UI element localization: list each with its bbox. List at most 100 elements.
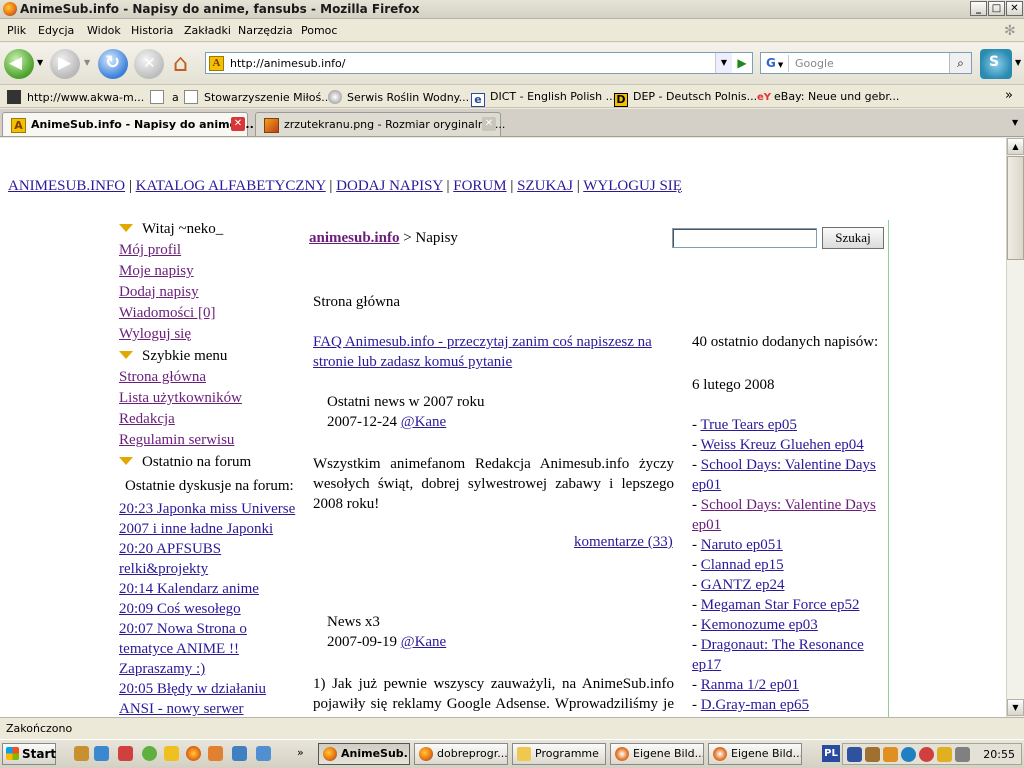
tab-animesub[interactable]: A AnimeSub.info - Napisy do anime,... ✕	[2, 112, 254, 136]
menu-historia[interactable]: Historia	[131, 24, 173, 37]
quicklaunch-overflow-icon[interactable]: »	[297, 746, 304, 759]
recent-sub-link[interactable]: ep01	[692, 517, 721, 534]
recent-sub-link[interactable]: GANTZ ep24	[701, 577, 785, 593]
bookmark-item[interactable]: D DEP - Deutsch Polnis...	[614, 90, 757, 107]
recent-sub-link[interactable]: Ranma 1/2 ep01	[701, 677, 799, 693]
quicklaunch-icon[interactable]	[232, 746, 247, 761]
sidebar-link-strona-glowna[interactable]: Strona główna	[119, 369, 206, 386]
nav-animesub[interactable]: ANIMESUB.INFO	[8, 178, 125, 194]
menu-narzedzia[interactable]: Narzędzia	[238, 24, 293, 37]
recent-sub-link[interactable]: Megaman Star Force ep52	[701, 597, 860, 613]
forum-link[interactable]: 20:23 Japonka miss Universe	[119, 501, 295, 518]
tray-icon[interactable]	[955, 747, 970, 762]
news-author-link[interactable]: @Kane	[401, 414, 446, 430]
back-history-dropdown-icon[interactable]: ▼	[37, 58, 43, 67]
tray-icon[interactable]	[847, 747, 862, 762]
sidebar-link-lista-uzytkownikow[interactable]: Lista użytkowników	[119, 390, 242, 407]
faq-link[interactable]: FAQ Animesub.info - przeczytaj zanim coś…	[313, 334, 652, 351]
scroll-up-icon[interactable]: ▲	[1007, 138, 1024, 155]
vertical-scrollbar[interactable]: ▲ ▼	[1006, 138, 1024, 717]
url-dropdown-icon[interactable]: ▼	[715, 53, 732, 73]
forward-button[interactable]: ▶	[50, 49, 80, 79]
sidebar-link-profil[interactable]: Mój profil	[119, 242, 181, 259]
tray-icon[interactable]	[865, 747, 880, 762]
forum-link[interactable]: 20:20 APFSUBS	[119, 541, 221, 558]
sidebar-link-regulamin[interactable]: Regulamin serwisu	[119, 432, 234, 449]
recent-sub-link[interactable]: Weiss Kreuz Gluehen ep04	[700, 437, 863, 453]
quicklaunch-icon[interactable]	[142, 746, 157, 761]
sidebar-link-dodaj-napisy[interactable]: Dodaj napisy	[119, 284, 199, 301]
recent-sub-link[interactable]: Dragonaut: The Resonance	[701, 637, 864, 653]
nav-forum[interactable]: FORUM	[453, 178, 506, 194]
search-input[interactable]: Google	[795, 57, 834, 70]
nav-wyloguj[interactable]: WYLOGUJ SIĘ	[583, 178, 682, 194]
skype-button[interactable]: S	[980, 49, 1012, 79]
bookmark-item[interactable]: Serwis Roślin Wodny...	[328, 90, 469, 104]
bookmarks-overflow-icon[interactable]: »	[1005, 88, 1013, 103]
quicklaunch-icon[interactable]	[74, 746, 89, 761]
scroll-thumb[interactable]	[1007, 156, 1024, 260]
forum-link[interactable]: 20:09 Coś wesołego	[119, 601, 241, 618]
recent-sub-link[interactable]: Kemonozume ep03	[701, 617, 818, 633]
collapse-triangle-icon[interactable]	[119, 224, 133, 232]
bookmark-item[interactable]: http://www.akwa-m...	[7, 90, 144, 104]
menu-edycja[interactable]: Edycja	[38, 24, 74, 37]
forward-history-dropdown-icon[interactable]: ▼	[84, 58, 90, 67]
tray-icon[interactable]	[919, 747, 934, 762]
close-tab-icon[interactable]: ✕	[482, 117, 496, 131]
news-author-link[interactable]: @Kane	[401, 634, 446, 650]
sidebar-link-wiadomosci[interactable]: Wiadomości [0]	[119, 305, 215, 322]
recent-sub-link[interactable]: ep01	[692, 477, 721, 494]
recent-sub-link[interactable]: True Tears ep05	[700, 417, 796, 433]
tab-screenshot[interactable]: zrzutekranu.png - Rozmiar oryginalny ...…	[255, 112, 505, 136]
quicklaunch-icon[interactable]	[118, 746, 133, 761]
nav-szukaj[interactable]: SZUKAJ	[517, 178, 573, 194]
forum-link[interactable]: ANSI - nowy serwer	[119, 701, 244, 717]
menu-zakladki[interactable]: Zakładki	[184, 24, 231, 37]
sidebar-link-wyloguj[interactable]: Wyloguj się	[119, 326, 191, 343]
bookmark-item[interactable]: a	[150, 90, 179, 104]
comments-link[interactable]: komentarze (33)	[574, 534, 673, 551]
maximize-button[interactable]: □	[988, 1, 1005, 16]
search-go-icon[interactable]: ⌕	[949, 53, 971, 73]
reload-button[interactable]: ↻	[98, 49, 128, 79]
menu-widok[interactable]: Widok	[87, 24, 121, 37]
taskbar-item-dobreprogramy[interactable]: dobreprogr...	[414, 743, 508, 765]
start-button[interactable]: Start	[2, 743, 56, 765]
language-indicator[interactable]: PL	[822, 745, 840, 762]
forum-link[interactable]: relki&projekty	[119, 561, 208, 578]
menu-plik[interactable]: Plik	[7, 24, 26, 37]
quicklaunch-icon[interactable]	[164, 746, 179, 761]
tray-icon[interactable]	[937, 747, 952, 762]
go-button[interactable]: ▶	[732, 53, 752, 73]
close-tab-icon[interactable]: ✕	[231, 117, 245, 131]
menu-pomoc[interactable]: Pomoc	[301, 24, 337, 37]
tray-icon[interactable]	[883, 747, 898, 762]
collapse-triangle-icon[interactable]	[119, 457, 133, 465]
forum-link[interactable]: tematyce ANIME !!	[119, 641, 239, 658]
address-bar[interactable]: A http://animesub.info/ ▼ ▶	[205, 52, 753, 74]
back-button[interactable]: ◀	[4, 49, 34, 79]
quicklaunch-icon[interactable]	[256, 746, 271, 761]
sidebar-link-moje-napisy[interactable]: Moje napisy	[119, 263, 194, 280]
close-button[interactable]: ✕	[1006, 1, 1023, 16]
bookmark-item[interactable]: e DICT - English Polish ...	[471, 90, 616, 107]
bookmark-item[interactable]: Stowarzyszenie Miłoś...	[184, 90, 332, 104]
search-engine-selector[interactable]: G ▼	[763, 55, 789, 72]
tray-icon[interactable]	[901, 747, 916, 762]
quicklaunch-icon[interactable]	[94, 746, 109, 761]
url-input[interactable]: http://animesub.info/	[230, 57, 345, 70]
bookmark-item[interactable]: eY eBay: Neue und gebr...	[757, 90, 899, 103]
recent-sub-link[interactable]: School Days: Valentine Days	[701, 457, 876, 473]
taskbar-item-animesub[interactable]: AnimeSub...	[318, 743, 410, 765]
breadcrumb-home-link[interactable]: animesub.info	[309, 230, 399, 246]
scroll-down-icon[interactable]: ▼	[1007, 699, 1024, 716]
recent-sub-link[interactable]: School Days: Valentine Days	[701, 497, 876, 513]
forum-link[interactable]: 20:14 Kalendarz anime	[119, 581, 259, 598]
firefox-quicklaunch-icon[interactable]	[186, 746, 201, 761]
taskbar-item-eigene-bilder[interactable]: Eigene Bild...	[708, 743, 802, 765]
forum-link[interactable]: 2007 i inne ładne Japonki	[119, 521, 273, 538]
skype-dropdown-icon[interactable]: ▼	[1015, 58, 1021, 67]
recent-sub-link[interactable]: D.Gray-man ep65	[701, 697, 809, 713]
recent-sub-link[interactable]: Clannad ep15	[701, 557, 784, 573]
